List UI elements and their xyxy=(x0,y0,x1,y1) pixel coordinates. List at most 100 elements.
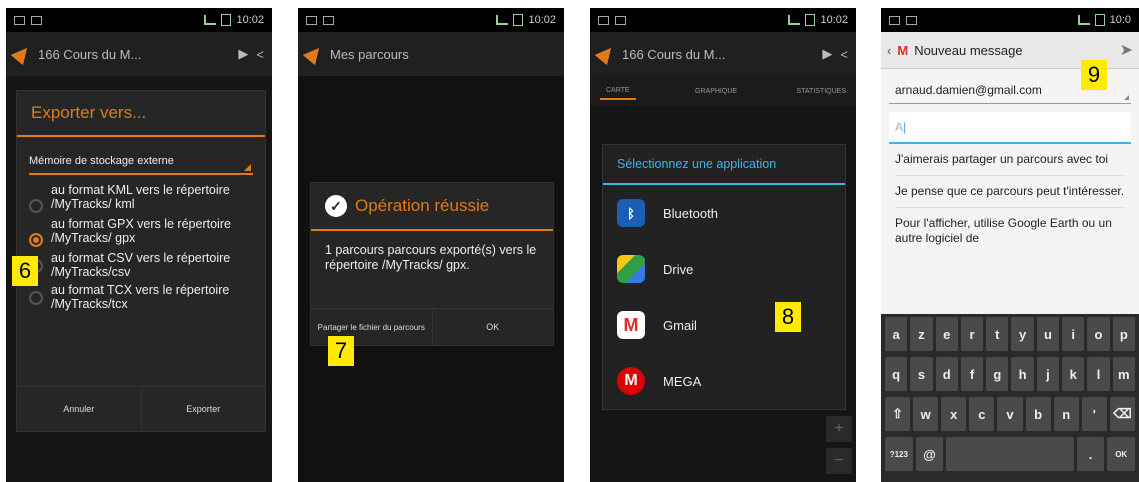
keyboard-row: azertyuiop xyxy=(881,314,1139,354)
key-t[interactable]: t xyxy=(986,317,1009,351)
ok-button[interactable]: OK xyxy=(433,309,554,345)
tab-graphique[interactable]: GRAPHIQUE xyxy=(695,88,737,95)
option-gpx[interactable]: au format GPX vers le répertoire /MyTrac… xyxy=(17,217,265,247)
key-y[interactable]: y xyxy=(1011,317,1034,351)
check-icon: ✓ xyxy=(325,195,347,217)
key-w[interactable]: w xyxy=(913,397,939,431)
export-button[interactable]: Exporter xyxy=(142,387,266,431)
sd-icon xyxy=(31,15,42,25)
play-icon[interactable]: ▶ xyxy=(822,46,832,62)
dropdown-icon xyxy=(1124,95,1129,100)
callout-badge-8: 8 xyxy=(775,302,801,332)
storage-select[interactable]: Mémoire de stockage externe xyxy=(29,155,253,175)
navigation-arrow-icon[interactable] xyxy=(10,42,34,66)
app-bluetooth[interactable]: ᛒ Bluetooth xyxy=(603,185,845,241)
tab-carte[interactable]: CARTE xyxy=(600,83,636,100)
drive-icon xyxy=(617,255,645,283)
backspace-icon[interactable]: ⌫ xyxy=(1109,397,1135,431)
message-body[interactable]: J'aimerais partager un parcours avec toi… xyxy=(881,144,1139,254)
keyboard-row: ⇧ w x c v b n ' ⌫ xyxy=(881,394,1139,434)
signal-icon xyxy=(204,15,217,25)
key-v[interactable]: v xyxy=(997,397,1023,431)
gmail-icon: M xyxy=(617,311,645,339)
option-tcx[interactable]: au format TCX vers le répertoire /MyTrac… xyxy=(17,283,265,311)
key-k[interactable]: k xyxy=(1062,357,1085,391)
dialog-title: Opération réussie xyxy=(355,196,490,215)
play-icon[interactable]: ▶ xyxy=(238,46,248,62)
key-o[interactable]: o xyxy=(1087,317,1110,351)
image-icon xyxy=(889,15,900,25)
key-c[interactable]: c xyxy=(969,397,995,431)
share-icon[interactable]: < xyxy=(840,47,848,62)
callout-badge-7: 7 xyxy=(328,336,354,366)
app-label: Bluetooth xyxy=(663,205,718,221)
send-icon[interactable]: ➤ xyxy=(1120,40,1133,60)
key-h[interactable]: h xyxy=(1011,357,1034,391)
shift-icon[interactable]: ⇧ xyxy=(885,397,911,431)
option-kml[interactable]: au format KML vers le répertoire /MyTrac… xyxy=(17,183,265,213)
key-e[interactable]: e xyxy=(935,317,958,351)
key-p[interactable]: p xyxy=(1112,317,1135,351)
dialog-buttons: Annuler Exporter xyxy=(17,386,265,431)
key-ok[interactable]: OK xyxy=(1107,437,1135,471)
radio-tcx[interactable] xyxy=(29,291,43,305)
key-j[interactable]: j xyxy=(1036,357,1060,391)
dialog-title: Sélectionnez une application xyxy=(603,145,845,185)
radio-gpx[interactable] xyxy=(29,233,43,247)
to-value: arnaud.damien@gmail.com xyxy=(895,83,1042,97)
storage-select-label: Mémoire de stockage externe xyxy=(29,155,174,167)
key-r[interactable]: r xyxy=(960,317,984,351)
key-space[interactable] xyxy=(946,437,1074,471)
key-n[interactable]: n xyxy=(1053,397,1079,431)
key-f[interactable]: f xyxy=(960,357,984,391)
key-d[interactable]: d xyxy=(935,357,958,391)
app-label: Gmail xyxy=(663,317,697,333)
option-csv[interactable]: au format CSV vers le répertoire /MyTrac… xyxy=(17,251,265,279)
share-icon[interactable]: < xyxy=(256,47,264,62)
dialog-message: 1 parcours parcours exporté(s) vers le r… xyxy=(325,243,537,272)
key-b[interactable]: b xyxy=(1025,397,1051,431)
key-symbols[interactable]: ?123 xyxy=(885,437,913,471)
dropdown-icon xyxy=(244,164,251,171)
bluetooth-icon: ᛒ xyxy=(617,199,645,227)
battery-icon xyxy=(513,14,524,26)
app-gmail[interactable]: M Gmail xyxy=(603,297,845,353)
key-l[interactable]: l xyxy=(1087,357,1110,391)
key-z[interactable]: z xyxy=(910,317,933,351)
battery-icon xyxy=(221,14,232,26)
cancel-button[interactable]: Annuler xyxy=(17,387,142,431)
zoom-in-button[interactable]: + xyxy=(826,416,852,442)
key-u[interactable]: u xyxy=(1036,317,1060,351)
app-drive[interactable]: Drive xyxy=(603,241,845,297)
back-icon[interactable]: ‹ xyxy=(887,43,891,58)
key-x[interactable]: x xyxy=(941,397,967,431)
navigation-arrow-icon[interactable] xyxy=(302,42,326,66)
key-s[interactable]: s xyxy=(910,357,933,391)
status-bar: 10:02 xyxy=(6,8,272,32)
status-bar: 10:0 xyxy=(881,8,1139,32)
clock: 10:02 xyxy=(528,14,556,26)
clock: 10:02 xyxy=(236,14,264,26)
key-a[interactable]: a xyxy=(885,317,908,351)
radio-kml[interactable] xyxy=(29,199,43,213)
key-m[interactable]: m xyxy=(1112,357,1135,391)
key-period[interactable]: . xyxy=(1076,437,1105,471)
subject-value: A xyxy=(895,120,904,134)
key-q[interactable]: q xyxy=(885,357,908,391)
key-apostrophe[interactable]: ' xyxy=(1081,397,1107,431)
key-i[interactable]: i xyxy=(1062,317,1085,351)
app-chooser-dialog: Sélectionnez une application ᛒ Bluetooth… xyxy=(602,144,846,410)
screen-select-app: 10:02 166 Cours du M... ▶ < CARTE GRAPHI… xyxy=(590,8,856,482)
battery-icon xyxy=(805,14,816,26)
clock: 10:02 xyxy=(820,14,848,26)
app-mega[interactable]: M MEGA xyxy=(603,353,845,409)
callout-badge-9: 9 xyxy=(1081,60,1107,90)
key-g[interactable]: g xyxy=(986,357,1009,391)
app-title: Mes parcours xyxy=(330,46,409,62)
navigation-arrow-icon[interactable] xyxy=(594,42,618,66)
tab-statistiques[interactable]: STATISTIQUES xyxy=(796,88,846,95)
key-at[interactable]: @ xyxy=(915,437,944,471)
app-title: Nouveau message xyxy=(914,42,1023,58)
zoom-out-button[interactable]: − xyxy=(826,448,852,474)
subject-field[interactable]: A| xyxy=(889,112,1131,144)
